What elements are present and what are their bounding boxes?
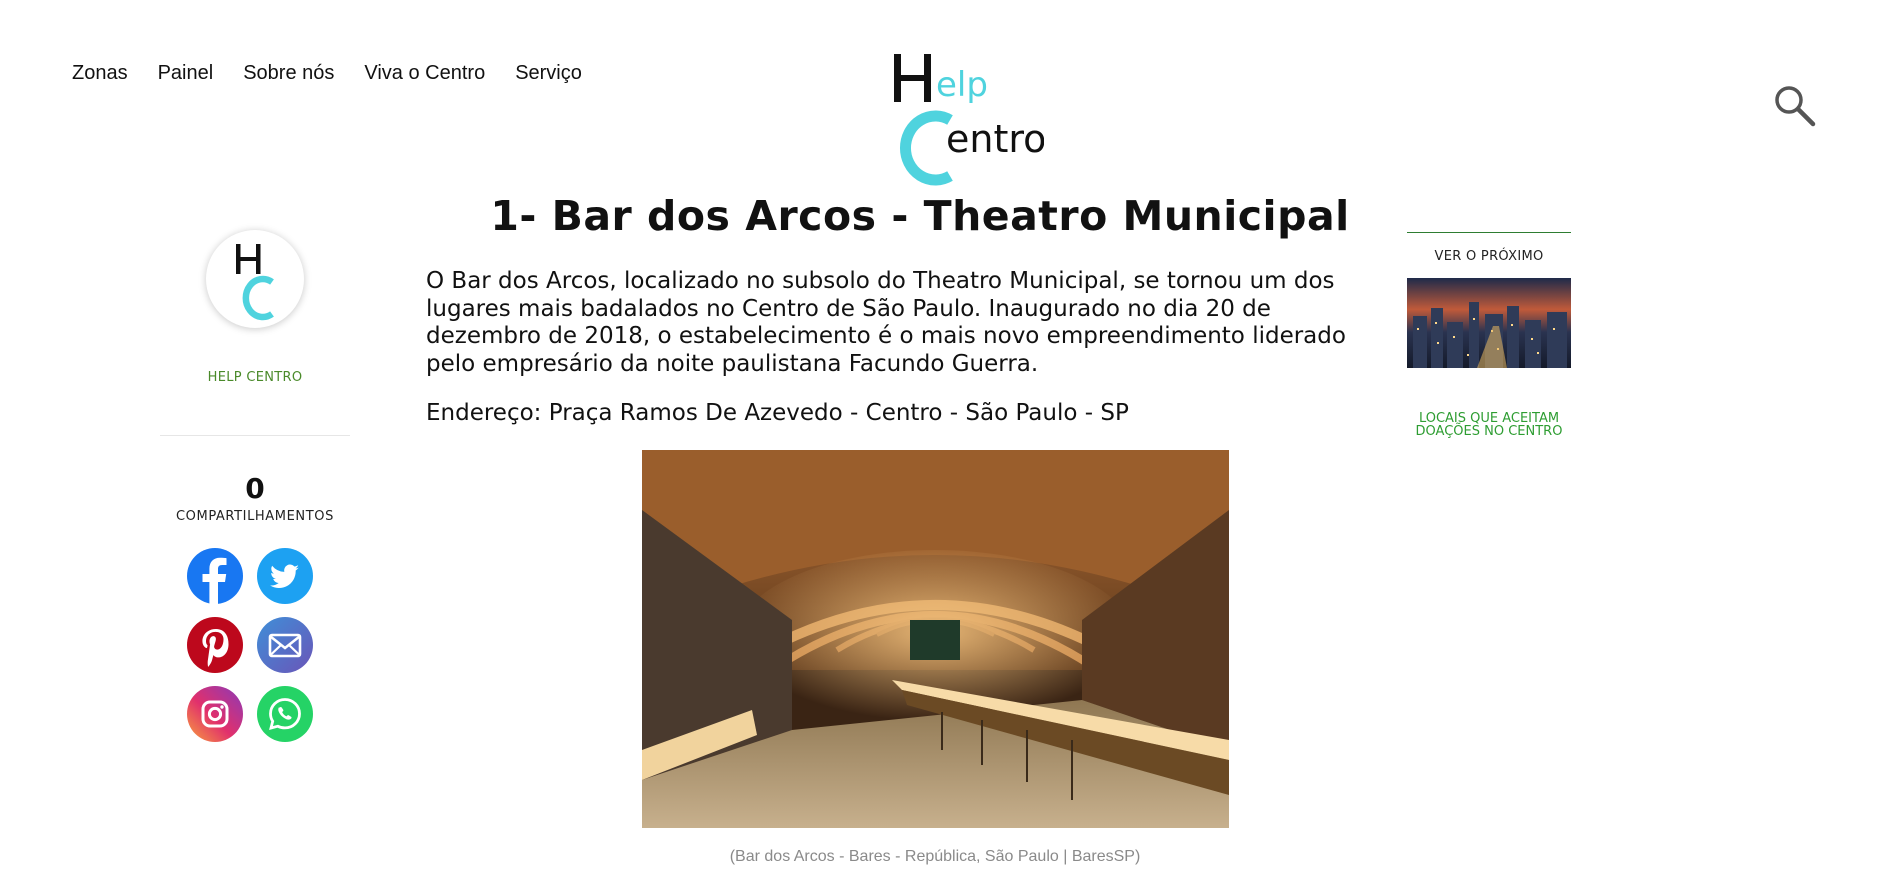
article-address: Endereço: Praça Ramos De Azevedo - Centr… [426,400,1129,426]
share-label: COMPARTILHAMENTOS [176,509,334,524]
email-share-button[interactable] [257,617,313,673]
photo-caption: (Bar dos Arcos - Bares - República, São … [729,848,1141,865]
article-paragraph: O Bar dos Arcos, localizado no subsolo d… [426,268,1346,377]
pinterest-icon [202,629,229,667]
facebook-icon [202,557,227,604]
main-nav: Zonas Painel Sobre nós Viva o Centro Ser… [72,62,582,85]
author-name[interactable]: HELP CENTRO [160,370,350,385]
sidebar-divider [160,435,350,436]
pinterest-share-button[interactable] [187,617,243,673]
author-avatar[interactable] [206,230,304,328]
article-title: 1- Bar dos Arcos - Theatro Municipal [490,192,1350,240]
site-logo[interactable]: elp entro [884,48,1044,188]
next-post-sidebar: VER O PRÓXIMO LOCAIS QUE ACEITAM DOAÇÕES… [1407,232,1571,438]
hc-monogram-icon [236,244,274,321]
search-icon[interactable] [1773,84,1817,128]
twitter-bird-icon [270,564,299,589]
logo-c-letter [900,110,953,186]
nav-item-painel[interactable]: Painel [158,62,214,85]
instagram-icon [201,700,229,728]
next-post-label: VER O PRÓXIMO [1434,249,1544,264]
envelope-icon [268,633,302,658]
next-post-thumbnail[interactable] [1407,278,1571,368]
logo-text-elp: elp [936,65,988,105]
social-share-buttons [187,548,323,742]
nav-item-zonas[interactable]: Zonas [72,62,128,85]
share-count: 0 [245,472,265,505]
instagram-share-button[interactable] [187,686,243,742]
nav-item-servico[interactable]: Serviço [515,62,582,85]
donation-places-link[interactable]: LOCAIS QUE ACEITAM DOAÇÕES NO CENTRO [1407,412,1571,438]
logo-text-entro: entro [946,117,1044,161]
logo-h-letter [894,54,931,102]
nav-item-sobre-nos[interactable]: Sobre nós [243,62,334,85]
sidebar-top-line [1407,232,1571,233]
whatsapp-share-button[interactable] [257,686,313,742]
bar-dos-arcos-photo [642,450,1229,828]
whatsapp-icon [269,698,301,730]
facebook-share-button[interactable] [187,548,243,604]
nav-item-viva-o-centro[interactable]: Viva o Centro [364,62,485,85]
author-sidebar: HELP CENTRO 0 COMPARTILHAMENTOS [160,230,350,742]
twitter-share-button[interactable] [257,548,313,604]
